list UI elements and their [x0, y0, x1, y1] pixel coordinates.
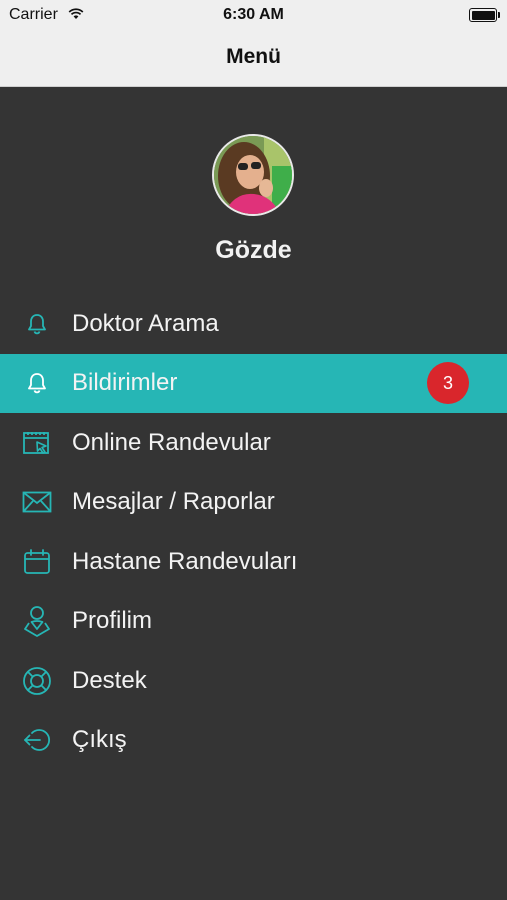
- menu-item-label: Destek: [72, 666, 147, 694]
- navigation-bar: Menü: [0, 30, 507, 87]
- menu-item-hastane-randevulari[interactable]: Hastane Randevuları: [0, 532, 507, 592]
- battery-icon: [469, 8, 500, 22]
- user-name: Gözde: [215, 236, 292, 264]
- page-title: Menü: [226, 45, 281, 68]
- calendar-cursor-icon: [21, 427, 53, 459]
- menu-item-label: Online Randevular: [72, 428, 271, 456]
- menu-item-profilim[interactable]: Profilim: [0, 592, 507, 652]
- bell-icon: [21, 308, 53, 340]
- menu-item-label: Profilim: [72, 607, 153, 635]
- menu-item-label: Hastane Randevuları: [72, 547, 298, 575]
- menu-item-destek[interactable]: Destek: [0, 651, 507, 711]
- status-bar: Carrier 6:30 AM: [0, 0, 507, 30]
- avatar-photo: [214, 136, 292, 214]
- menu-item-label: Çıkış: [72, 726, 127, 754]
- menu-item-label: Doktor Arama: [72, 309, 219, 337]
- menu-item-bildirimler[interactable]: Bildirimler 3: [0, 353, 507, 413]
- notification-count-badge: 3: [427, 362, 469, 405]
- menu-item-online-randevular[interactable]: Online Randevular: [0, 413, 507, 473]
- lifebuoy-icon: [21, 665, 53, 697]
- side-menu: Doktor Arama Bildirimler 3 Online Randev…: [0, 294, 507, 770]
- menu-item-label: Bildirimler: [72, 369, 178, 397]
- menu-screen: Carrier 6:30 AM Menü Gözde Doktor Arama …: [0, 0, 507, 900]
- menu-item-doktor-arama[interactable]: Doktor Arama: [0, 294, 507, 354]
- menu-item-mesajlar-raporlar[interactable]: Mesajlar / Raporlar: [0, 473, 507, 533]
- menu-item-label: Mesajlar / Raporlar: [72, 488, 275, 516]
- avatar[interactable]: [212, 134, 294, 216]
- calendar-icon: [21, 546, 53, 578]
- status-time: 6:30 AM: [223, 6, 284, 23]
- logout-icon: [21, 724, 53, 756]
- user-location-icon: [21, 605, 53, 638]
- bell-icon: [21, 367, 53, 399]
- envelope-icon: [21, 486, 53, 518]
- menu-item-cikis[interactable]: Çıkış: [0, 711, 507, 771]
